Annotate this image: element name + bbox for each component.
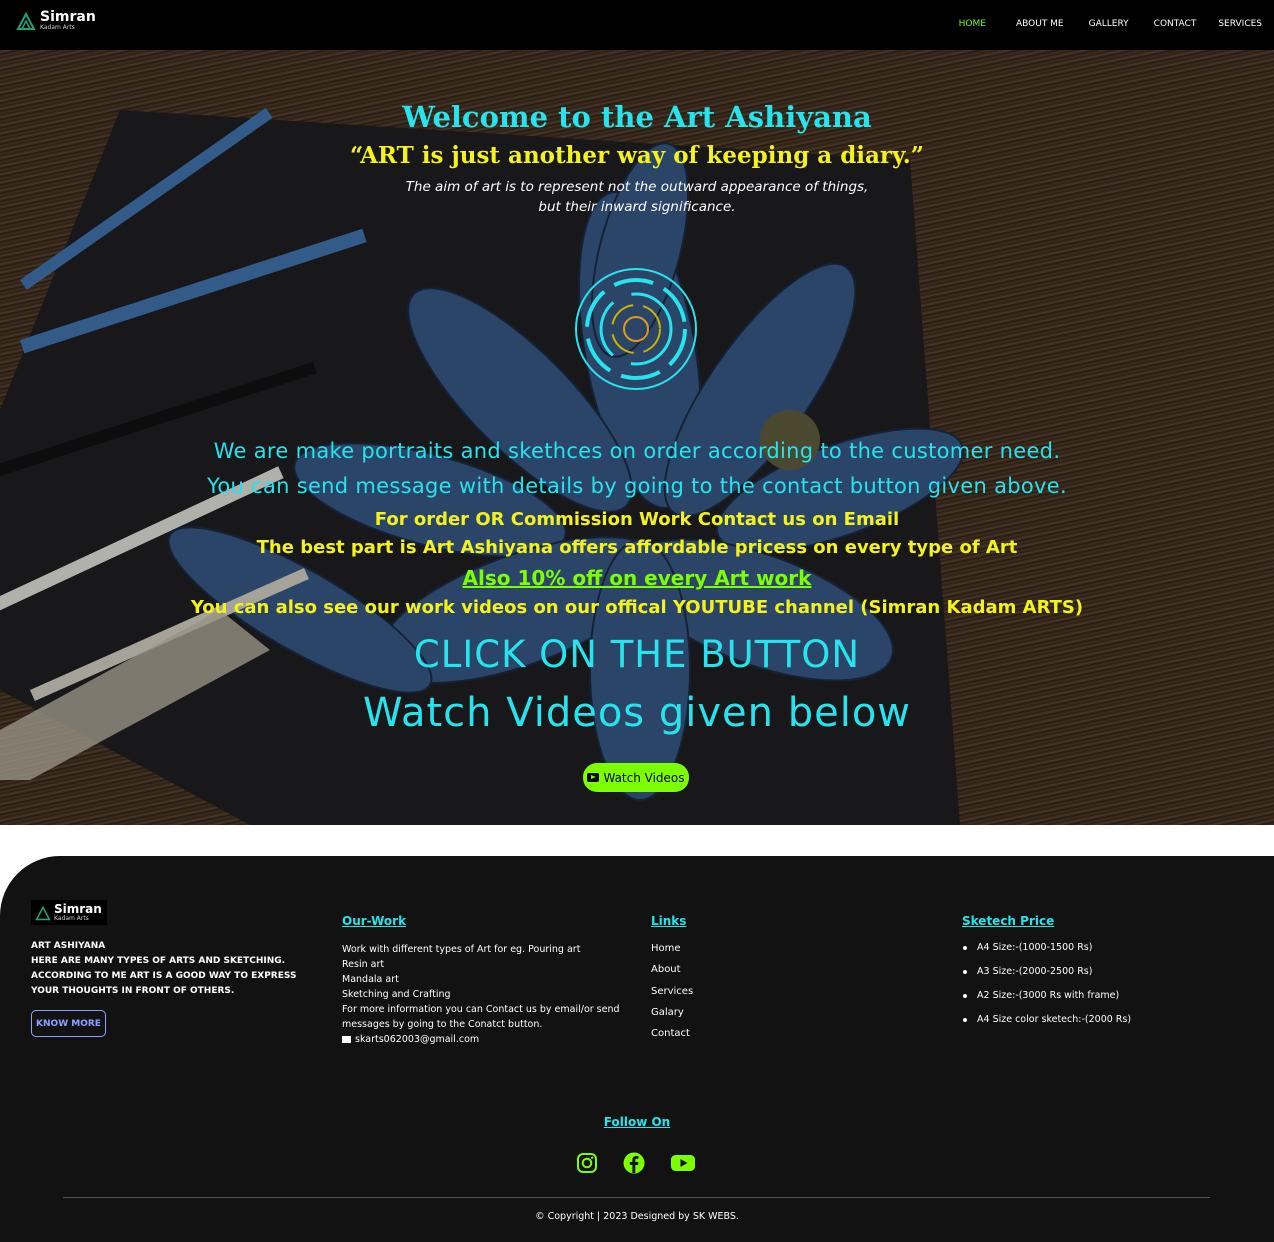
work-line: Sketching and Crafting <box>342 989 451 1000</box>
nav-gallery[interactable]: GALLERY <box>1089 19 1129 29</box>
bullet-icon <box>963 1018 967 1022</box>
hero-description-2: You can send message with details by goi… <box>207 474 1067 498</box>
bullet-icon <box>963 970 967 974</box>
watch-videos-button[interactable]: Watch Videos <box>583 763 689 792</box>
footer-link-services[interactable]: Services <box>651 986 693 1007</box>
footer-logo[interactable]: Simran Kadam Arts <box>31 900 107 925</box>
hero-tagline-line-1: The aim of art is to represent not the o… <box>405 179 869 195</box>
youtube-icon <box>587 773 600 782</box>
email-address: skarts062003@gmail.com <box>355 1034 480 1045</box>
footer-link-galary[interactable]: Galary <box>651 1007 693 1028</box>
footer-about-title: ART ASHIYANA <box>31 941 106 951</box>
hero-youtube-info: You can also see our work videos on our … <box>190 597 1084 618</box>
watch-videos-label: Watch Videos <box>603 770 685 785</box>
price-text: A4 Size:-(1000-1500 Rs) <box>977 942 1093 953</box>
footer-link-contact[interactable]: Contact <box>651 1028 693 1049</box>
price-text: A4 Size color sketech:-(2000 Rs) <box>977 1014 1132 1025</box>
know-more-button[interactable]: KNOW MORE <box>31 1010 106 1037</box>
our-work-list: Work with different types of Art for eg.… <box>342 942 632 1047</box>
nav-about-me[interactable]: ABOUT ME <box>1016 19 1064 29</box>
logo-mark-icon <box>35 905 51 920</box>
hero-title: Welcome to the Art Ashiyana <box>402 100 872 134</box>
bullet-icon <box>963 946 967 950</box>
hero-description-1: We are make portraits and skethces on or… <box>213 439 1061 463</box>
price-text: A3 Size:-(2000-2500 Rs) <box>977 966 1093 977</box>
instagram-icon[interactable] <box>576 1152 598 1174</box>
price-item: A4 Size color sketech:-(2000 Rs) <box>962 1014 1131 1038</box>
footer-links: Home About Services Galary Contact <box>651 943 693 1049</box>
nav-contact[interactable]: CONTACT <box>1154 19 1197 29</box>
hero-price-info: The best part is Art Ashiyana offers aff… <box>256 537 1018 558</box>
nav-menu: HOME ABOUT ME GALLERY CONTACT SERVICES <box>959 19 1274 29</box>
sketch-price-heading: Sketech Price <box>962 914 1055 928</box>
hero-tagline-line-2: but their inward significance. <box>538 199 736 215</box>
brand-name: Simran <box>40 9 96 25</box>
price-item: A4 Size:-(1000-1500 Rs) <box>962 942 1131 966</box>
hero-quote: “ART is just another way of keeping a di… <box>350 142 924 169</box>
hero-offer: Also 10% off on every Art work <box>462 566 812 590</box>
spinner-loader-icon <box>575 268 697 390</box>
hero-section: Welcome to the Art Ashiyana “ART is just… <box>0 50 1274 825</box>
footer-link-about[interactable]: About <box>651 964 693 985</box>
price-item: A2 Size:-(3000 Rs with frame) <box>962 990 1131 1014</box>
price-item: A3 Size:-(2000-2500 Rs) <box>962 966 1131 990</box>
follow-on-heading: Follow On <box>603 1115 671 1129</box>
footer-brand-name: Simran <box>54 902 102 916</box>
work-line: Resin art <box>342 959 385 970</box>
hero-click-heading: CLICK ON THE BUTTON <box>413 633 861 676</box>
facebook-icon[interactable] <box>623 1152 645 1174</box>
footer-brand-subtitle: Kadam Arts <box>54 915 89 922</box>
navbar: Simran Kadam Arts HOME ABOUT ME GALLERY … <box>0 0 1274 50</box>
footer-about-text: HERE ARE MANY TYPES OF ARTS AND SKETCHIN… <box>31 956 297 996</box>
our-work-heading: Our-Work <box>342 914 407 928</box>
work-line: Work with different types of Art for eg.… <box>342 944 581 955</box>
youtube-icon[interactable] <box>671 1152 695 1174</box>
hero-order-info: For order OR Commission Work Contact us … <box>374 509 900 530</box>
social-icons <box>0 1152 1274 1174</box>
envelope-icon <box>342 1036 351 1043</box>
footer: Simran Kadam Arts ART ASHIYANA HERE ARE … <box>0 856 1274 1242</box>
sketch-price-list: A4 Size:-(1000-1500 Rs) A3 Size:-(2000-2… <box>962 942 1131 1038</box>
logo-mark-icon <box>16 11 36 30</box>
footer-about: ART ASHIYANA HERE ARE MANY TYPES OF ARTS… <box>31 939 301 999</box>
copyright-text: © Copyright | 2023 Designed by SK WEBS. <box>535 1211 739 1222</box>
nav-services[interactable]: SERVICES <box>1218 19 1262 29</box>
work-line: Mandala art <box>342 974 399 985</box>
bullet-icon <box>963 994 967 998</box>
hero-tagline: The aim of art is to represent not the o… <box>0 177 1274 217</box>
links-heading: Links <box>651 914 687 928</box>
footer-divider <box>63 1197 1210 1198</box>
nav-home[interactable]: HOME <box>959 19 986 29</box>
price-text: A2 Size:-(3000 Rs with frame) <box>977 990 1120 1001</box>
hero-watch-heading: Watch Videos given below <box>362 690 912 736</box>
work-line: For more information you can Contact us … <box>342 1004 620 1030</box>
brand-logo[interactable]: Simran Kadam Arts <box>16 10 96 31</box>
email-contact[interactable]: skarts062003@gmail.com <box>342 1032 632 1047</box>
brand-subtitle: Kadam Arts <box>40 24 75 31</box>
footer-link-home[interactable]: Home <box>651 943 693 964</box>
